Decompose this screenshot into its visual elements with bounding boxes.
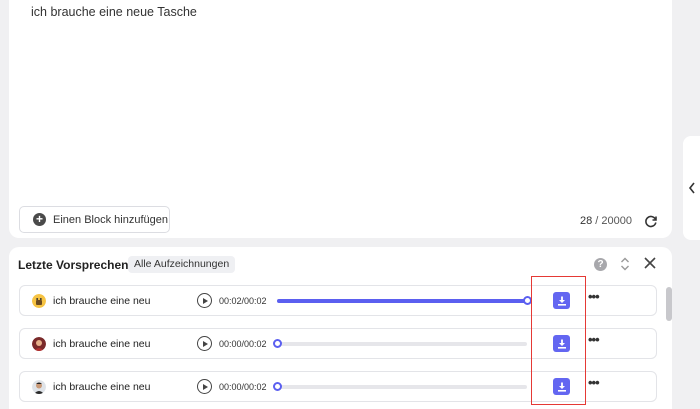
- scrollbar-thumb[interactable]: [666, 287, 672, 321]
- progress-slider[interactable]: [277, 296, 532, 305]
- side-panel-toggle[interactable]: [683, 136, 700, 240]
- avatar: [32, 294, 46, 308]
- progress-slider[interactable]: [273, 382, 527, 391]
- highlight-box: [531, 276, 586, 405]
- help-icon[interactable]: ?: [594, 258, 607, 271]
- more-icon[interactable]: •••: [588, 375, 600, 390]
- progress-fill: [277, 299, 527, 303]
- character-counter: 28 / 20000: [580, 215, 632, 227]
- chevron-left-icon: [688, 182, 695, 194]
- recording-text: ich brauche eine neu: [53, 295, 151, 307]
- sort-icon[interactable]: [620, 257, 630, 271]
- recording-text: ich brauche eine neu: [53, 338, 151, 350]
- add-block-label: Einen Block hinzufügen: [53, 213, 168, 226]
- refresh-icon[interactable]: [644, 214, 658, 228]
- progress-slider[interactable]: [273, 339, 527, 348]
- recording-time: 00:02/00:02: [219, 296, 267, 306]
- all-recordings-button[interactable]: Alle Aufzeichnungen: [128, 256, 236, 273]
- slider-handle[interactable]: [273, 339, 282, 348]
- editor-text[interactable]: ich brauche eine neue Tasche: [31, 5, 197, 19]
- play-icon[interactable]: [197, 379, 212, 394]
- add-block-button[interactable]: + Einen Block hinzufügen: [19, 206, 170, 233]
- text-editor[interactable]: ich brauche eine neue Tasche + Einen Blo…: [9, 0, 672, 238]
- close-icon[interactable]: [644, 257, 656, 269]
- recording-time: 00:00/00:02: [219, 382, 267, 392]
- scrollbar[interactable]: [666, 285, 672, 409]
- avatar: [32, 380, 46, 394]
- slider-handle[interactable]: [273, 382, 282, 391]
- char-count: 28: [579, 215, 593, 227]
- more-icon[interactable]: •••: [588, 332, 600, 347]
- char-limit: / 20000: [595, 215, 632, 227]
- plus-circle-icon: +: [33, 213, 46, 226]
- avatar: [32, 337, 46, 351]
- more-icon[interactable]: •••: [588, 289, 600, 304]
- recording-text: ich brauche eine neu: [53, 381, 151, 393]
- play-icon[interactable]: [197, 336, 212, 351]
- panel-title: Letzte Vorsprechen: [18, 258, 129, 272]
- recording-time: 00:00/00:02: [219, 339, 267, 349]
- play-icon[interactable]: [197, 293, 212, 308]
